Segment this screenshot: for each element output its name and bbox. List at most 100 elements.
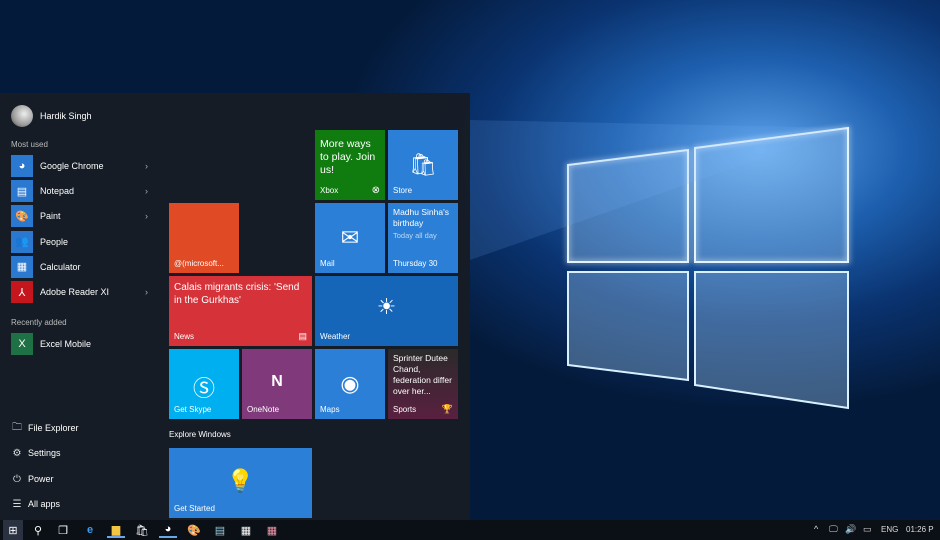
tile-label: Xbox [320, 186, 339, 195]
language-indicator[interactable]: ENG [881, 525, 898, 534]
app-label: Notepad [40, 186, 75, 197]
all-apps-label: All apps [28, 499, 61, 509]
app-label: Google Chrome [40, 161, 104, 171]
edge-icon[interactable]: e [81, 522, 99, 538]
app-excel-mobile[interactable]: X Excel Mobile [0, 332, 160, 356]
start-button[interactable]: ⊞ [3, 520, 23, 540]
folder-icon: 🗀 [12, 421, 22, 433]
app-label: Excel Mobile [40, 339, 92, 349]
tile-mail[interactable]: ✉ Mail [315, 203, 385, 273]
tile-label: OneNote [247, 405, 280, 414]
list-icon: ☰ [12, 498, 22, 510]
calendar-sub: Today all day [393, 231, 437, 240]
taskbar: ⊞ ⚲ ❐ e ▆ 🛍 ◕ 🎨 ▤ ▦ ▦ ^ 🖵 🔊 ▭ ENG 01:26 … [0, 520, 940, 540]
trophy-icon: 🏆 [441, 404, 453, 414]
sports-headline: Sprinter Dutee Chand, federation differ … [393, 353, 452, 396]
power-label: Power [28, 474, 54, 484]
tile-get-started[interactable]: 💡 Get Started [169, 448, 312, 518]
tile-label: Mail [320, 259, 335, 268]
tile-news[interactable]: Calais migrants crisis: 'Send in the Gur… [169, 276, 312, 346]
paint-icon: 🎨 [11, 205, 33, 228]
skype-icon: Ⓢ [192, 376, 215, 401]
explore-windows-label: Explore Windows [169, 430, 231, 439]
people-icon: 👥 [11, 230, 33, 253]
tile-xbox[interactable]: More ways to play. Join us! Xbox ⊗ [315, 130, 385, 200]
avatar [11, 105, 33, 127]
app-paint[interactable]: 🎨 Paint › [0, 204, 160, 228]
file-explorer-label: File Explorer [28, 423, 79, 433]
tile-onenote[interactable]: N OneNote [242, 349, 312, 419]
all-apps-button[interactable]: ☰ All apps [0, 493, 160, 515]
chevron-up-icon[interactable]: ^ [814, 524, 818, 534]
network-icon[interactable]: 🖵 [829, 524, 838, 535]
excel-icon: X [11, 333, 33, 355]
chrome-icon: ◕ [11, 155, 33, 177]
tile-skype[interactable]: Ⓢ Get Skype [169, 349, 239, 419]
tile-calendar[interactable]: Madhu Sinha's birthday Today all day Thu… [388, 203, 458, 273]
settings-label: Settings [28, 448, 61, 458]
sun-icon: ☀ [376, 294, 397, 319]
chevron-right-icon[interactable]: › [145, 186, 148, 196]
user-name: Hardik Singh [40, 111, 92, 121]
store-icon[interactable]: 🛍 [133, 522, 151, 538]
adobe-reader-icon: ⅄ [11, 281, 33, 303]
file-explorer-button[interactable]: 🗀 File Explorer [0, 417, 160, 439]
paint-icon[interactable]: 🎨 [185, 522, 203, 538]
recently-added-label: Recently added [11, 318, 67, 327]
app-google-chrome[interactable]: ◕ Google Chrome › [0, 154, 160, 178]
tile-label: Get Started [174, 504, 215, 513]
notepad-icon[interactable]: ▤ [211, 522, 229, 538]
calculator-icon[interactable]: ▦ [237, 522, 255, 538]
gear-icon: ⚙ [12, 447, 22, 459]
app-calculator[interactable]: ▦ Calculator [0, 255, 160, 279]
tile-label: Sports [393, 405, 417, 414]
app-label: Paint [40, 211, 61, 222]
tile-label: Maps [320, 405, 340, 414]
tile-label: News [174, 332, 195, 341]
tile-label: Get Skype [174, 405, 212, 414]
file-explorer-icon[interactable]: ▆ [107, 522, 125, 538]
app-label: Calculator [40, 261, 81, 272]
tile-sports[interactable]: Sprinter Dutee Chand, federation differ … [388, 349, 458, 419]
chrome-icon[interactable]: ◕ [159, 522, 177, 538]
search-icon[interactable]: ⚲ [29, 522, 47, 538]
xbox-text: More ways to play. Join us! [320, 138, 376, 176]
tile-store[interactable]: 🛍 Store [388, 130, 458, 200]
most-used-label: Most used [11, 140, 48, 149]
onenote-icon: N [271, 373, 283, 390]
app-adobe-reader-xi[interactable]: ⅄ Adobe Reader XI › [0, 280, 160, 304]
power-icon: ⏻ [13, 473, 21, 485]
app-label: People [40, 236, 69, 247]
tile-weather[interactable]: ☀ Weather [315, 276, 458, 346]
tile-label: Thursday 30 [393, 259, 438, 268]
calendar-app-icon[interactable]: ▦ [263, 522, 281, 538]
xbox-icon: ⊗ [371, 185, 380, 196]
calendar-event: Madhu Sinha's birthday [393, 207, 449, 228]
chevron-right-icon[interactable]: › [145, 211, 148, 221]
notification-icon[interactable]: ▭ [863, 524, 872, 535]
chevron-right-icon[interactable]: › [145, 161, 148, 171]
tile-label: @(microsoft... [174, 259, 224, 268]
chevron-right-icon[interactable]: › [145, 287, 148, 297]
tile-label: Weather [320, 332, 351, 341]
maps-icon: ◉ [340, 371, 360, 396]
power-button[interactable]: ⏻ Power [0, 468, 160, 490]
task-view-icon[interactable]: ❐ [54, 522, 72, 538]
start-menu: Hardik Singh Most used ◕ Google Chrome › ▤ N… [0, 93, 470, 520]
app-label: Adobe Reader XI [40, 287, 110, 297]
app-people[interactable]: 👥 People [0, 230, 160, 254]
calculator-icon: ▦ [11, 255, 33, 278]
tile-label: Store [393, 186, 413, 195]
clock[interactable]: 01:26 P [906, 525, 934, 534]
tile-maps[interactable]: ◉ Maps [315, 349, 385, 419]
store-icon: 🛍 [409, 152, 437, 177]
settings-button[interactable]: ⚙ Settings [0, 442, 160, 464]
tile-twitter[interactable]: @(microsoft... [169, 203, 239, 273]
mail-icon: ✉ [340, 225, 360, 250]
lightbulb-icon: 💡 [226, 468, 255, 493]
user-account[interactable]: Hardik Singh [11, 105, 92, 127]
app-notepad[interactable]: ▤ Notepad › [0, 179, 160, 203]
news-icon: ▤ [298, 331, 307, 341]
news-headline: Calais migrants crisis: 'Send in the Gur… [174, 282, 300, 306]
volume-icon[interactable]: 🔊 [845, 524, 856, 535]
